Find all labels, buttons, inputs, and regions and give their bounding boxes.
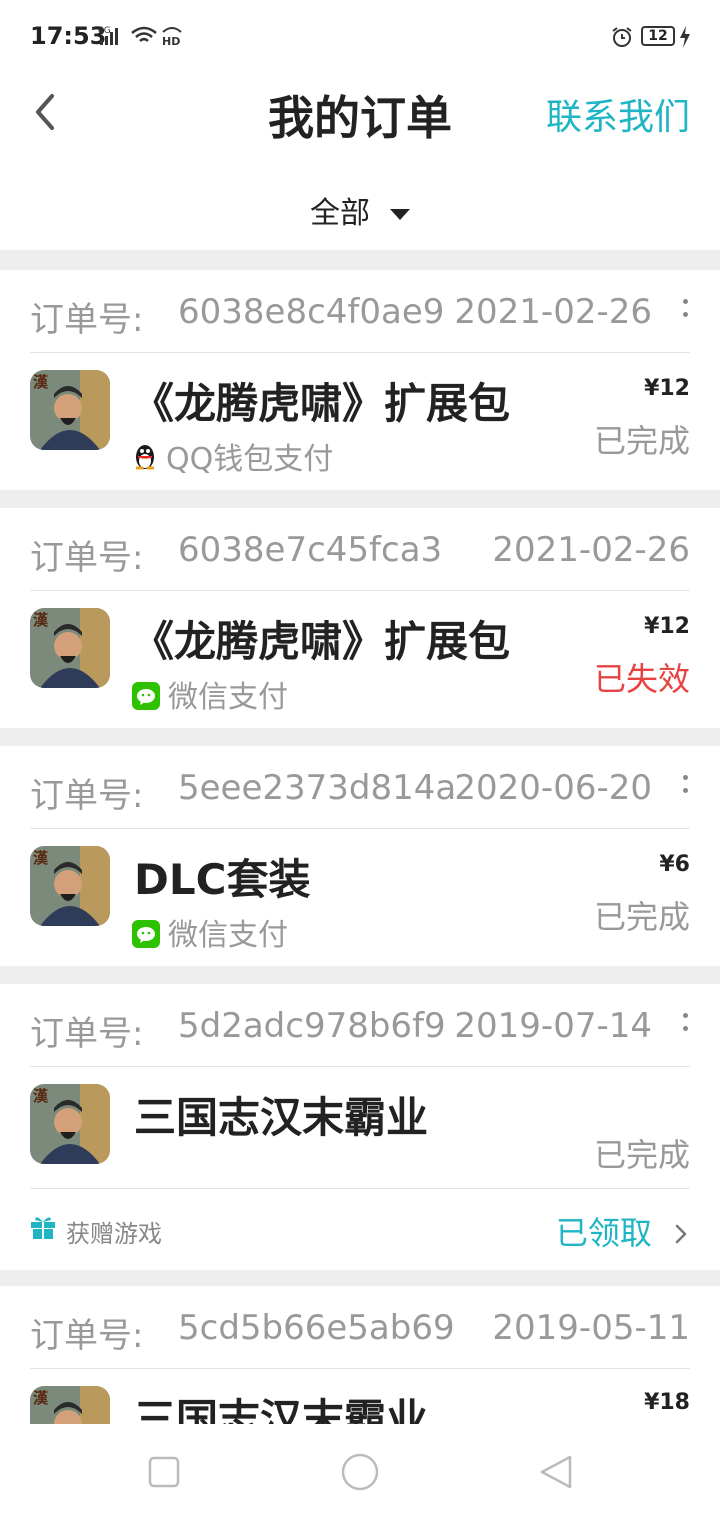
order-date: 2019-07-14 xyxy=(454,1006,652,1046)
order-status: 已完成 xyxy=(593,898,690,936)
hd-voice-icon: HD xyxy=(162,27,182,48)
gift-icon xyxy=(31,1217,55,1239)
contact-us-button[interactable]: 联系我们 xyxy=(546,88,690,140)
system-nav-bar xyxy=(0,1424,720,1520)
hd-label: HD xyxy=(162,35,180,48)
divider xyxy=(30,1188,690,1189)
svg-text:漢: 漢 xyxy=(33,611,49,629)
payment-label: 微信支付 xyxy=(168,918,288,953)
cellular-signal-icon: 4G xyxy=(98,26,118,45)
order-price: ¥18 xyxy=(644,1390,690,1415)
order-number: 5d2adc978b6f9 xyxy=(178,1006,446,1046)
order-card[interactable]: 订单号: 5eee2373d814a 2020-06-20 漢 DLC套装 微信… xyxy=(0,746,720,966)
order-header: 订单号: 6038e7c45fca3 2021-02-26 xyxy=(30,508,690,591)
order-header: 订单号: 6038e8c4f0ae9 2021-02-26 xyxy=(30,270,690,353)
order-number: 5cd5b66e5ab69 xyxy=(178,1308,455,1348)
svg-text:漢: 漢 xyxy=(33,1389,49,1407)
order-price: ¥12 xyxy=(644,614,690,639)
section-divider xyxy=(0,728,720,746)
order-number: 5eee2373d814a xyxy=(178,768,457,808)
order-number: 6038e8c4f0ae9 xyxy=(178,292,445,332)
filter-dropdown[interactable]: 全部 xyxy=(0,188,720,232)
game-cover-icon: 漢 xyxy=(30,1084,110,1164)
game-cover-icon: 漢 xyxy=(30,608,110,688)
chevron-right-icon xyxy=(675,1224,687,1244)
back-nav-icon[interactable] xyxy=(538,1454,574,1490)
caret-down-icon xyxy=(390,209,410,220)
section-divider xyxy=(0,966,720,984)
order-date: 2020-06-20 xyxy=(454,768,652,808)
svg-text:漢: 漢 xyxy=(33,849,49,867)
order-card[interactable]: 订单号: 6038e8c4f0ae9 2021-02-26 漢 《龙腾虎啸》扩展… xyxy=(0,270,720,490)
order-card[interactable]: 订单号: 6038e7c45fca3 2021-02-26 漢 《龙腾虎啸》扩展… xyxy=(0,508,720,728)
section-divider xyxy=(0,1270,720,1286)
wifi-icon xyxy=(131,26,157,42)
filter-label: 全部 xyxy=(310,196,370,231)
status-bar: 17:53 4G HD 12 xyxy=(0,0,720,76)
qq-penguin-icon xyxy=(136,445,154,470)
product-name: 三国志汉末霸业 xyxy=(134,1093,429,1142)
order-number-label: 订单号: xyxy=(30,1014,144,1054)
payment-label: QQ钱包支付 xyxy=(166,442,334,477)
battery-indicator: 12 xyxy=(641,26,675,46)
more-vertical-icon[interactable] xyxy=(680,772,690,806)
payment-label: 微信支付 xyxy=(168,680,288,715)
order-status: 已失效 xyxy=(593,660,690,698)
section-divider xyxy=(0,490,720,508)
alarm-icon xyxy=(612,27,632,47)
product-name: 《龙腾虎啸》扩展包 xyxy=(132,617,511,666)
product-name: DLC套装 xyxy=(134,855,311,904)
more-vertical-icon[interactable] xyxy=(680,296,690,330)
gift-label: 获赠游戏 xyxy=(66,1220,162,1248)
recents-icon[interactable] xyxy=(148,1456,180,1488)
svg-text:漢: 漢 xyxy=(33,373,49,391)
order-status: 已完成 xyxy=(593,1136,690,1174)
network-type: 4G xyxy=(98,26,111,36)
product-name: 三国志汉末霸业 xyxy=(134,1395,429,1424)
order-card[interactable]: 订单号: 5cd5b66e5ab69 2019-05-11 漢 三国志汉末霸业 … xyxy=(0,1286,720,1424)
order-price: ¥6 xyxy=(659,852,690,877)
order-header: 订单号: 5cd5b66e5ab69 2019-05-11 xyxy=(30,1286,690,1369)
order-number-label: 订单号: xyxy=(30,538,144,578)
payment-method: 微信支付 xyxy=(132,910,288,954)
charging-icon xyxy=(680,26,690,48)
wechat-icon xyxy=(132,682,160,710)
order-number-label: 订单号: xyxy=(30,1316,144,1356)
home-icon[interactable] xyxy=(340,1452,380,1492)
product-name: 《龙腾虎啸》扩展包 xyxy=(132,379,511,428)
order-date: 2021-02-26 xyxy=(454,292,652,332)
svg-text:漢: 漢 xyxy=(33,1087,49,1105)
game-cover-icon: 漢 xyxy=(30,1386,110,1424)
claimed-label: 已领取 xyxy=(555,1214,652,1252)
wechat-icon xyxy=(132,920,160,948)
order-number: 6038e7c45fca3 xyxy=(178,530,443,570)
order-header: 订单号: 5eee2373d814a 2020-06-20 xyxy=(30,746,690,829)
claimed-button[interactable]: 已领取 xyxy=(556,1208,690,1254)
top-nav: 我的订单 联系我们 xyxy=(0,76,720,146)
section-divider xyxy=(0,250,720,270)
order-date: 2019-05-11 xyxy=(492,1308,690,1348)
more-vertical-icon[interactable] xyxy=(680,1010,690,1044)
order-number-label: 订单号: xyxy=(30,776,144,816)
game-cover-icon: 漢 xyxy=(30,370,110,450)
game-cover-icon: 漢 xyxy=(30,846,110,926)
order-price: ¥12 xyxy=(644,376,690,401)
order-card[interactable]: 订单号: 5d2adc978b6f9 2019-07-14 漢 三国志汉末霸业 … xyxy=(0,984,720,1270)
order-number-label: 订单号: xyxy=(30,300,144,340)
order-date: 2021-02-26 xyxy=(492,530,690,570)
payment-method: QQ钱包支付 xyxy=(132,434,333,478)
order-status: 已完成 xyxy=(593,422,690,460)
payment-method: 微信支付 xyxy=(132,672,288,716)
order-header: 订单号: 5d2adc978b6f9 2019-07-14 xyxy=(30,984,690,1067)
status-time: 17:53 xyxy=(30,22,107,50)
